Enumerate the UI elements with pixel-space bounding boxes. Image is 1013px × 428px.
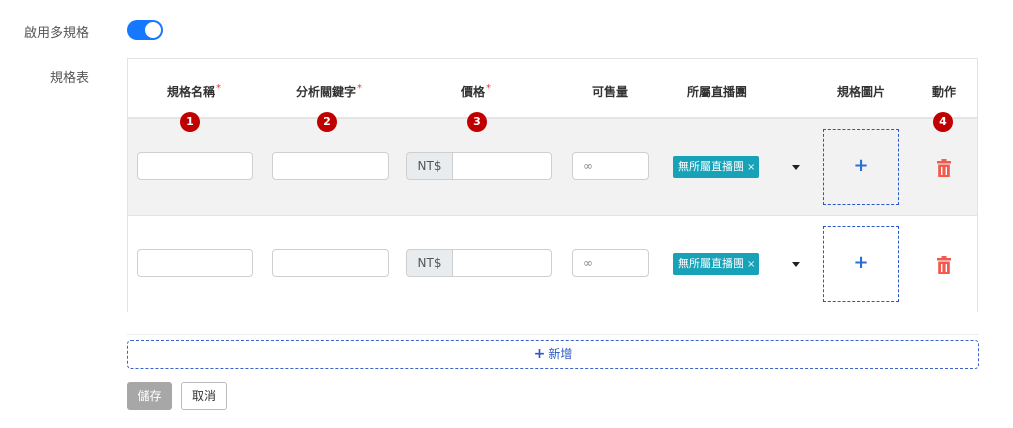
live-group-tag-label: 無所屬直播團 (678, 160, 744, 173)
header-spec-image: 規格圖片 (836, 85, 885, 99)
keyword-input[interactable] (272, 249, 389, 277)
spec-name-input[interactable] (137, 249, 253, 277)
live-group-tag[interactable]: 無所屬直播團 × (673, 156, 760, 178)
add-spec-label: 新增 (548, 347, 573, 361)
table-row: NT$ ∞ 無所屬直播團 × + (128, 119, 977, 215)
live-group-tag-label: 無所屬直播團 (678, 257, 744, 270)
spec-image-upload[interactable]: + (823, 226, 899, 302)
tag-close-icon[interactable]: × (747, 162, 755, 173)
annotation-badge: 2 (317, 112, 337, 132)
spec-name-input[interactable] (137, 152, 253, 180)
toggle-knob (145, 22, 161, 38)
caret-down-icon[interactable] (792, 262, 800, 267)
spec-table-label: 規格表 (50, 71, 90, 86)
spec-image-upload[interactable]: + (823, 129, 899, 205)
header-spec-name: 規格名稱* (166, 83, 221, 99)
tag-close-icon[interactable]: × (747, 259, 755, 270)
price-input[interactable] (452, 249, 552, 277)
header-keyword: 分析關鍵字* (295, 83, 362, 99)
currency-addon: NT$ (406, 249, 452, 277)
multi-spec-label: 啟用多規格 (24, 26, 90, 41)
table-row: NT$ ∞ 無所屬直播團 × + (128, 215, 977, 312)
currency-addon: NT$ (406, 152, 452, 180)
trash-icon[interactable] (937, 159, 951, 177)
add-spec-button[interactable]: + 新增 (127, 340, 979, 369)
header-live-group: 所屬直播團 (686, 85, 747, 99)
annotation-badge: 4 (933, 112, 953, 132)
annotation-badge: 1 (180, 112, 200, 132)
keyword-input[interactable] (272, 152, 389, 180)
multi-spec-toggle[interactable] (127, 20, 163, 40)
save-button[interactable]: 儲存 (127, 382, 172, 410)
quantity-input[interactable]: ∞ (572, 152, 649, 180)
trash-icon[interactable] (937, 256, 951, 274)
annotation-badge: 3 (467, 112, 487, 132)
cancel-button[interactable]: 取消 (181, 382, 227, 410)
header-price: 價格* (460, 83, 491, 99)
live-group-tag[interactable]: 無所屬直播團 × (673, 253, 760, 275)
caret-down-icon[interactable] (792, 165, 800, 170)
plus-icon: + (533, 346, 546, 362)
price-input[interactable] (452, 152, 552, 180)
divider (127, 334, 979, 335)
quantity-input[interactable]: ∞ (572, 249, 649, 277)
spec-table: 規格名稱* 分析關鍵字* 價格* 可售量 所屬直播團 規格圖片 動作 NT$ ∞… (127, 58, 978, 312)
header-quantity: 可售量 (591, 85, 628, 99)
header-actions: 動作 (931, 85, 956, 99)
